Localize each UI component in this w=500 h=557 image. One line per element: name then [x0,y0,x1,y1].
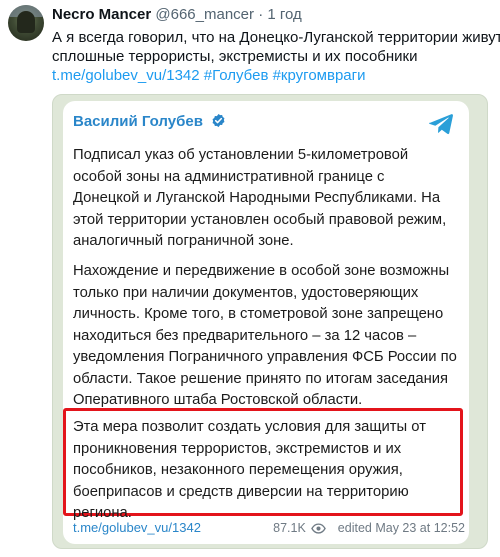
message-paragraph-3: Эта мера позволит создать условия для за… [73,417,426,525]
tweet-text-line: сплошные террористы, экстремисты и их по… [52,48,418,65]
verified-badge-icon [212,113,225,128]
message-line: личность. Кроме того, в стометровой зоне… [73,306,444,322]
tweet-links: t.me/golubev_vu/1342 #Голубев #кругомвра… [52,66,365,85]
tweet-header: Necro Mancer @666_mancer · 1 год [52,6,302,24]
message-line: Нахождение и передвижение в особой зоне … [73,263,450,279]
tweet-text: А я всегда говорил, что на Донецко-Луган… [52,28,500,66]
separator-dot: · [258,6,264,23]
eye-icon [311,523,327,534]
message-line: этой территории установлен особый правов… [73,211,447,228]
telegram-author-name: Василий Голубев [73,113,203,130]
message-line: уведомления Пограничного управления ФСБ … [73,349,457,365]
tweet: Necro Mancer @666_mancer · 1 год А я все… [0,0,500,557]
message-line: области. Такое решение принято по итогам… [73,370,449,387]
message-line: боеприпасов и средств диверсии на террит… [73,483,409,500]
tweet-time[interactable]: 1 год [267,6,301,23]
message-paragraph-2: Нахождение и передвижение в особой зоне … [73,261,457,412]
message-line: особой зоны на административной границе … [73,168,385,185]
message-paragraph-1: Подписал указ об установлении 5-километр… [73,145,446,253]
message-line: Донецкой и Луганской Народными Республик… [73,190,441,206]
hashtag-krugomvragi[interactable]: #кругомвраги [273,67,366,84]
telegram-message-bubble: Василий Голубев Подписал указ об установ… [63,101,469,544]
telegram-author[interactable]: Василий Голубев [73,113,226,130]
message-footer: t.me/golubev_vu/1342 87.1K edited May 23… [73,519,465,539]
message-date: May 23 at 12:52 [375,521,465,535]
message-line: аналогичный пограничной зоне. [73,233,294,249]
view-count: 87.1K [273,521,306,535]
message-line: Эта мера позволит создать условия для за… [73,419,426,435]
tweet-link[interactable]: t.me/golubev_vu/1342 [52,67,200,84]
avatar-figure [17,11,35,33]
author-handle[interactable]: @666_mancer [155,6,254,23]
footer-link[interactable]: t.me/golubev_vu/1342 [73,519,201,537]
message-line: пособников, незаконного перемещения оруж… [73,462,403,478]
edited-label: edited [337,521,372,535]
author-name[interactable]: Necro Mancer [52,6,151,23]
tweet-text-line: А я всегда говорил, что на Донецко-Луган… [52,29,500,46]
avatar[interactable] [8,5,44,41]
message-line: Подписал указ об установлении 5-километр… [73,147,409,163]
message-line: проникновения террористов, экстремистов … [73,440,402,457]
message-meta: 87.1K edited May 23 at 12:52 [273,519,465,537]
message-line: находиться без предварительного – за 12 … [73,327,417,344]
telegram-embed-card[interactable]: Василий Голубев Подписал указ об установ… [52,94,488,549]
message-line: только при наличии документов, удостовер… [73,284,419,301]
telegram-logo-icon[interactable] [429,113,453,135]
hashtag-golubev[interactable]: #Голубев [204,67,269,84]
